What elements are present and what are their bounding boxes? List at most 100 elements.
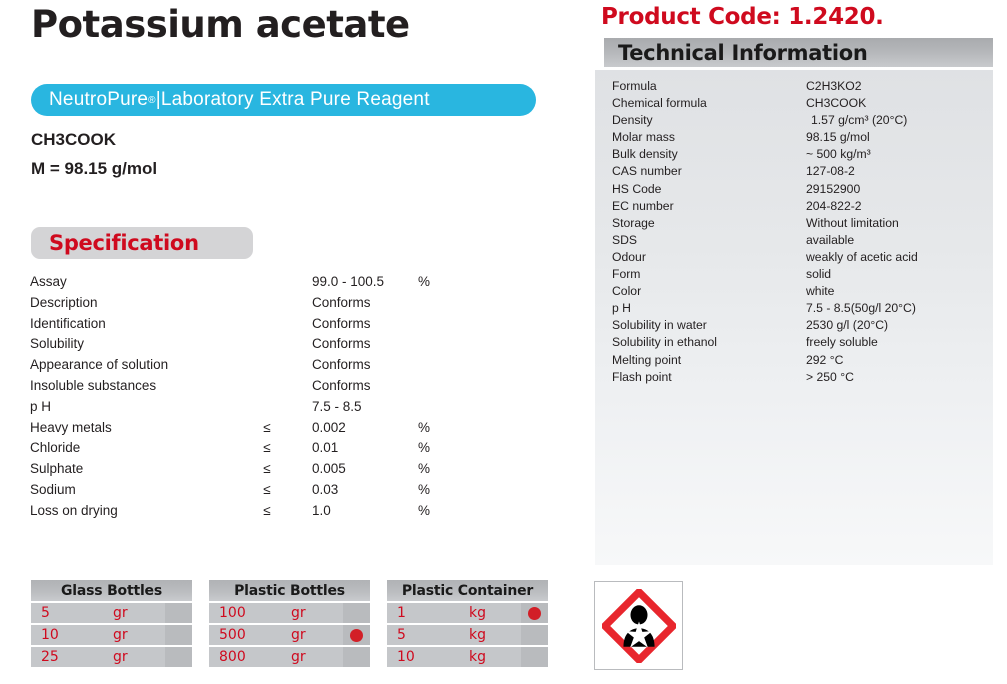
specification-row-operator: ≤ [263, 502, 271, 518]
specification-row-value: 99.0 - 100.5 [312, 274, 385, 289]
availability-dot-icon [350, 628, 363, 642]
packaging-row[interactable]: 500 gr [209, 625, 370, 645]
packaging-unit: kg [469, 625, 521, 645]
technical-information-row-label: EC number [612, 198, 674, 213]
technical-information-row-label: Formula [612, 79, 657, 93]
packaging-amount: 500 [209, 625, 291, 645]
specification-row-name: Sulphate [30, 461, 84, 477]
availability-dot-icon [528, 606, 541, 620]
technical-information-row-value: 7.5 - 8.5(50g/l 20°C) [806, 301, 916, 316]
specification-row-name: Identification [30, 315, 106, 331]
specification-row-value: 7.5 - 8.5 [312, 398, 362, 414]
technical-information-row-value: 127-08-2 [806, 164, 855, 179]
specification-row: Description Conforms [30, 295, 490, 316]
specification-row: Solubility Conforms [30, 336, 490, 357]
technical-information-row-label: SDS [612, 232, 638, 247]
technical-information-row: Odour weakly of acetic acid [612, 250, 992, 267]
technical-information-row-label: CAS number [612, 164, 682, 179]
technical-information-row: CAS number 127-08-2 [612, 164, 992, 181]
packaging-unit: gr [291, 647, 343, 667]
packaging-row[interactable]: 1 kg [387, 603, 548, 623]
specification-row-value: 0.03 [312, 481, 339, 497]
specification-row-unit: % [418, 440, 431, 456]
technical-information-row-value: 29152900 [806, 181, 861, 196]
specification-row: Heavy metals ≤0.002% [30, 420, 490, 441]
packaging-unit: gr [291, 603, 343, 623]
grade-badge-brand: NeutroPure [49, 89, 149, 110]
packaging-row[interactable]: 100 gr [209, 603, 370, 623]
technical-information-row-value: 98.15 g/mol [806, 130, 870, 145]
packaging-availability-cell [521, 625, 548, 645]
technical-information-row-label: Solubility in water [612, 318, 707, 333]
specification-row-value: Conforms [312, 336, 371, 352]
specification-row-name: p H [30, 398, 52, 414]
technical-information-heading: Technical Information [604, 38, 993, 67]
packaging-row[interactable]: 5 kg [387, 625, 548, 645]
packaging-row[interactable]: 10 kg [387, 647, 548, 667]
packaging-table: Plastic Bottles 100 gr 500 gr 800 gr [209, 580, 370, 667]
specification-row-name: Heavy metals [30, 419, 112, 435]
product-code: Product Code: 1.2420. [601, 4, 884, 30]
packaging-availability-cell [521, 603, 548, 623]
specification-row-unit: % [418, 481, 431, 497]
technical-information-row-label: Density [612, 113, 653, 128]
packaging-amount: 5 [31, 603, 113, 623]
specification-row: Loss on drying ≤1.0% [30, 503, 490, 524]
technical-information-row: Chemical formula CH3COOK [612, 96, 992, 113]
packaging-availability-cell [165, 603, 192, 623]
specification-row-name: Solubility [30, 336, 85, 352]
technical-information-row-value: 204-822-2 [806, 198, 862, 213]
packaging-amount: 10 [387, 647, 469, 667]
technical-information-row: Form solid [612, 267, 992, 284]
packaging-availability-cell [165, 647, 192, 667]
specification-row: Sodium ≤0.03% [30, 482, 490, 503]
packaging-availability-cell [343, 603, 370, 623]
packaging-row[interactable]: 800 gr [209, 647, 370, 667]
specification-row-name: Appearance of solution [30, 357, 169, 373]
packaging-amount: 100 [209, 603, 291, 623]
specification-heading: Specification [31, 227, 253, 259]
technical-information-row: Flash point > 250 °C [612, 370, 992, 387]
specification-row-value: Conforms [312, 357, 371, 373]
packaging-amount: 1 [387, 603, 469, 623]
technical-information-row-label: Melting point [612, 352, 682, 367]
hazard-pictogram [594, 581, 683, 670]
technical-information-row: EC number 204-822-2 [612, 199, 992, 216]
technical-information-table: Formula C2H3KO2 Chemical formula CH3COOK Den… [612, 79, 992, 387]
packaging-row[interactable]: 25 gr [31, 647, 192, 667]
specification-row-value: Conforms [312, 377, 371, 393]
packaging-availability-cell [165, 625, 192, 645]
packaging-row[interactable]: 5 gr [31, 603, 192, 623]
specification-row-name: Chloride [30, 440, 81, 456]
packaging-table-header: Plastic Bottles [209, 580, 370, 601]
technical-information-row-label: Bulk density [612, 147, 678, 162]
product-datasheet: Potassium acetate NeutroPure ® |Laboratory… [0, 0, 1007, 684]
technical-information-row-value: 2530 g/l (20°C) [806, 318, 889, 333]
packaging-amount: 10 [31, 625, 113, 645]
technical-information-row-value: solid [806, 267, 832, 282]
technical-information-row-label: Chemical formula [612, 96, 707, 111]
technical-information-row: Bulk density ~ 500 kg/m³ [612, 147, 992, 164]
technical-information-row-label: Odour [612, 249, 646, 264]
specification-row-name: Loss on drying [30, 502, 118, 518]
technical-information-row-value: weakly of acetic acid [806, 249, 918, 264]
packaging-availability-cell [343, 625, 370, 645]
packaging-row[interactable]: 10 gr [31, 625, 192, 645]
technical-information-row-value: white [806, 284, 835, 299]
packaging-table-header: Glass Bottles [31, 580, 192, 601]
technical-information-row-value: 1.57 g/cm³ (20°C) [811, 113, 908, 128]
technical-information-row-label: Molar mass [612, 130, 675, 145]
specification-row-name: Sodium [30, 481, 76, 497]
specification-row-value: 1.0 [312, 502, 331, 518]
technical-information-row: Density 1.57 g/cm³ (20°C) [612, 113, 992, 130]
technical-information-row: p H 7.5 - 8.5(50g/l 20°C) [612, 301, 992, 318]
technical-information-row-label: Solubility in ethanol [612, 335, 718, 350]
technical-information-row: HS Code 29152900 [612, 182, 992, 199]
specification-row: Identification Conforms [30, 316, 490, 337]
specification-row-name: Description [30, 294, 98, 310]
technical-information-row-value: C2H3KO2 [806, 79, 862, 93]
technical-information-row-label: HS Code [612, 181, 662, 196]
technical-information-row: Color white [612, 284, 992, 301]
ghs08-health-hazard-icon [601, 588, 676, 663]
packaging-table-title: Plastic Container [401, 582, 534, 599]
